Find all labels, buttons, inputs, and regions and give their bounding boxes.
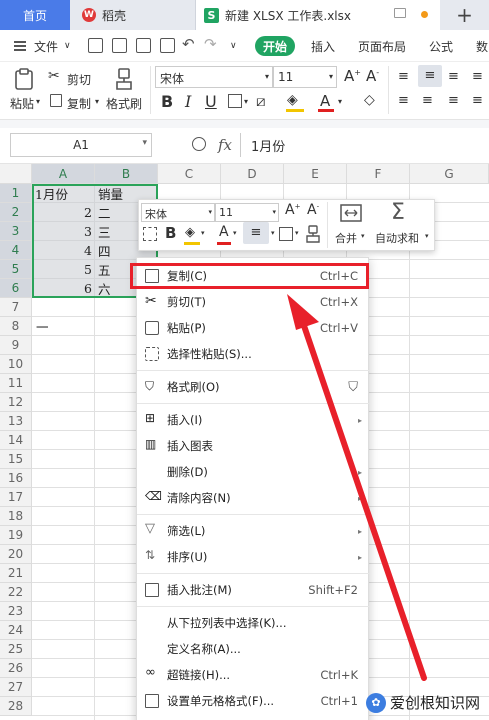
annotation-arrow-icon xyxy=(287,294,427,681)
watermark: ✿ 爱创根知识网 xyxy=(366,692,480,713)
watermark-text: 爱创根知识网 xyxy=(390,694,481,712)
watermark-logo-icon: ✿ xyxy=(366,692,386,713)
